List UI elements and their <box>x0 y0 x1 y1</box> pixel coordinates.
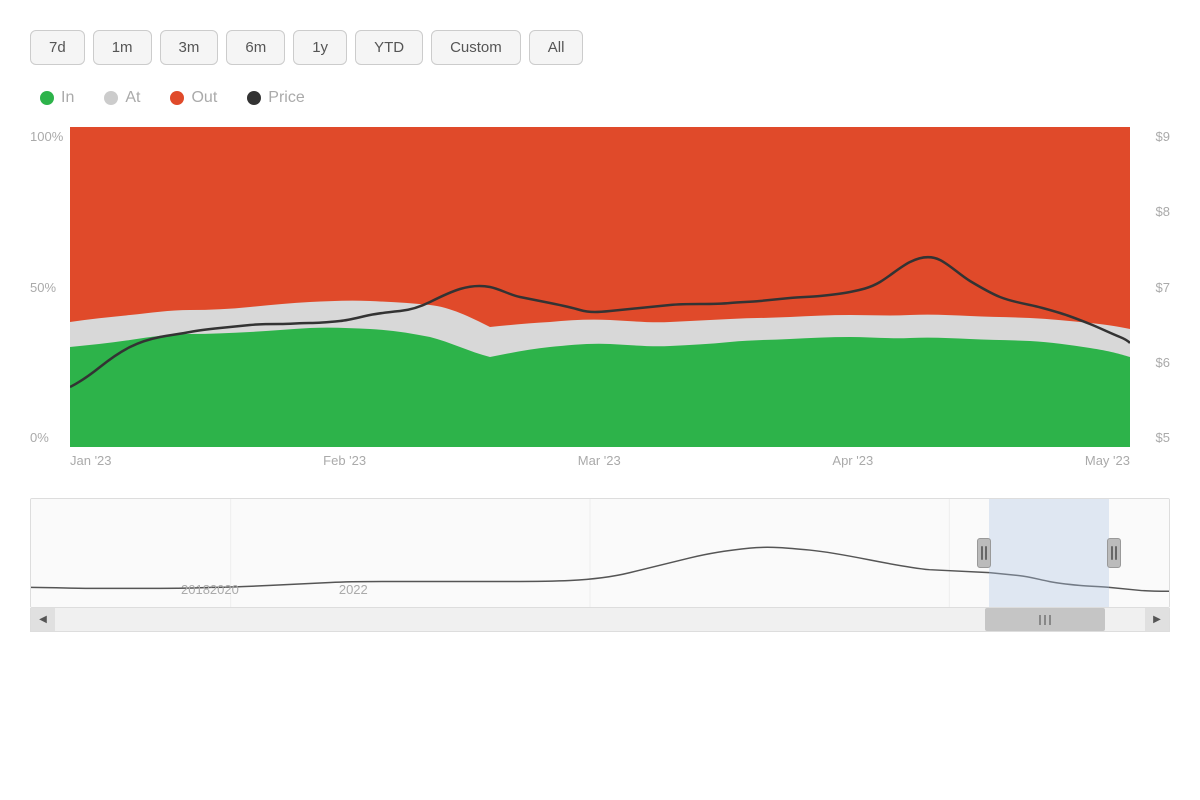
handle-line-2 <box>985 546 987 560</box>
btn-ytd[interactable]: YTD <box>355 30 423 65</box>
mini-handle-right-lines <box>1111 546 1117 560</box>
scroll-left-arrow[interactable]: ◀ <box>31 608 55 632</box>
y-label-5: $5 <box>1156 430 1170 445</box>
x-label-apr: Apr '23 <box>832 453 873 468</box>
handle-line-4 <box>1115 546 1117 560</box>
y-label-8: $8 <box>1156 204 1170 219</box>
scroll-thumb-lines <box>1039 615 1051 625</box>
legend-dot-at <box>104 91 118 105</box>
legend-dot-out <box>170 91 184 105</box>
legend-in[interactable]: In <box>40 89 74 107</box>
legend-dot-in <box>40 91 54 105</box>
mini-chart-container[interactable]: 2018 2020 2022 <box>30 498 1170 608</box>
mini-handle-left-lines <box>981 546 987 560</box>
legend-dot-price <box>247 91 261 105</box>
scroll-track[interactable] <box>55 608 1145 631</box>
legend-in-label: In <box>61 89 74 107</box>
scroll-thumb[interactable] <box>985 608 1105 631</box>
mini-highlight <box>989 499 1109 607</box>
chart-svg-container <box>70 127 1130 447</box>
legend-out[interactable]: Out <box>170 89 217 107</box>
scroll-thumb-line-3 <box>1049 615 1051 625</box>
btn-custom[interactable]: Custom <box>431 30 521 65</box>
btn-6m[interactable]: 6m <box>226 30 285 65</box>
btn-3m[interactable]: 3m <box>160 30 219 65</box>
y-label-50: 50% <box>30 280 63 295</box>
mini-chart-section: 2018 2020 2022 <box>30 498 1170 632</box>
mini-handle-right[interactable] <box>1107 538 1121 568</box>
y-label-6: $6 <box>1156 355 1170 370</box>
x-label-may: May '23 <box>1085 453 1130 468</box>
chart-legend: In At Out Price <box>30 89 1170 107</box>
x-label-feb: Feb '23 <box>323 453 366 468</box>
scroll-thumb-line-1 <box>1039 615 1041 625</box>
time-range-buttons: 7d 1m 3m 6m 1y YTD Custom All <box>30 30 1170 65</box>
legend-out-label: Out <box>191 89 217 107</box>
x-axis: Jan '23 Feb '23 Mar '23 Apr '23 May '23 <box>30 453 1170 468</box>
main-chart-svg <box>70 127 1130 447</box>
btn-all[interactable]: All <box>529 30 584 65</box>
y-label-100: 100% <box>30 129 63 144</box>
y-label-0: 0% <box>30 430 63 445</box>
y-label-9: $9 <box>1156 129 1170 144</box>
legend-at[interactable]: At <box>104 89 140 107</box>
legend-price-label: Price <box>268 89 304 107</box>
btn-1y[interactable]: 1y <box>293 30 347 65</box>
main-chart-wrapper: 100% 50% 0% $9 $8 $7 $6 $5 <box>30 127 1170 632</box>
legend-at-label: At <box>125 89 140 107</box>
scroll-thumb-line-2 <box>1044 615 1046 625</box>
main-chart: 100% 50% 0% $9 $8 $7 $6 $5 <box>30 127 1170 447</box>
scrollbar[interactable]: ◀ ▶ <box>30 608 1170 632</box>
scroll-right-arrow[interactable]: ▶ <box>1145 608 1169 632</box>
mini-handle-left[interactable] <box>977 538 991 568</box>
y-axis-right: $9 $8 $7 $6 $5 <box>1156 127 1170 447</box>
handle-line-1 <box>981 546 983 560</box>
handle-line-3 <box>1111 546 1113 560</box>
btn-1m[interactable]: 1m <box>93 30 152 65</box>
legend-price[interactable]: Price <box>247 89 304 107</box>
y-label-7: $7 <box>1156 280 1170 295</box>
x-label-jan: Jan '23 <box>70 453 112 468</box>
btn-7d[interactable]: 7d <box>30 30 85 65</box>
x-label-mar: Mar '23 <box>578 453 621 468</box>
y-axis-left: 100% 50% 0% <box>30 127 63 447</box>
in-area <box>70 328 1130 447</box>
